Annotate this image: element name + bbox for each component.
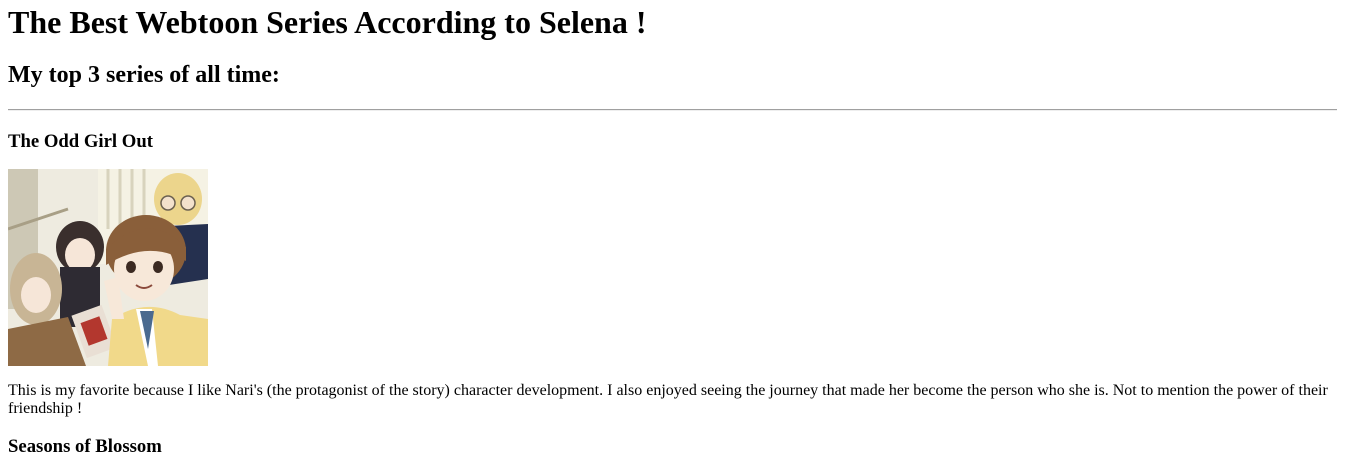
- series-title: The Odd Girl Out: [8, 131, 153, 152]
- page-content: The Best Webtoon Series According to Sel…: [0, 0, 1345, 458]
- series-cover-image: [8, 169, 208, 366]
- series-description: This is my favorite because I like Nari'…: [8, 382, 1328, 417]
- page-subtitle: My top 3 series of all time:: [8, 62, 280, 88]
- series-title: Seasons of Blossom: [8, 436, 162, 457]
- page-title: The Best Webtoon Series According to Sel…: [8, 4, 647, 40]
